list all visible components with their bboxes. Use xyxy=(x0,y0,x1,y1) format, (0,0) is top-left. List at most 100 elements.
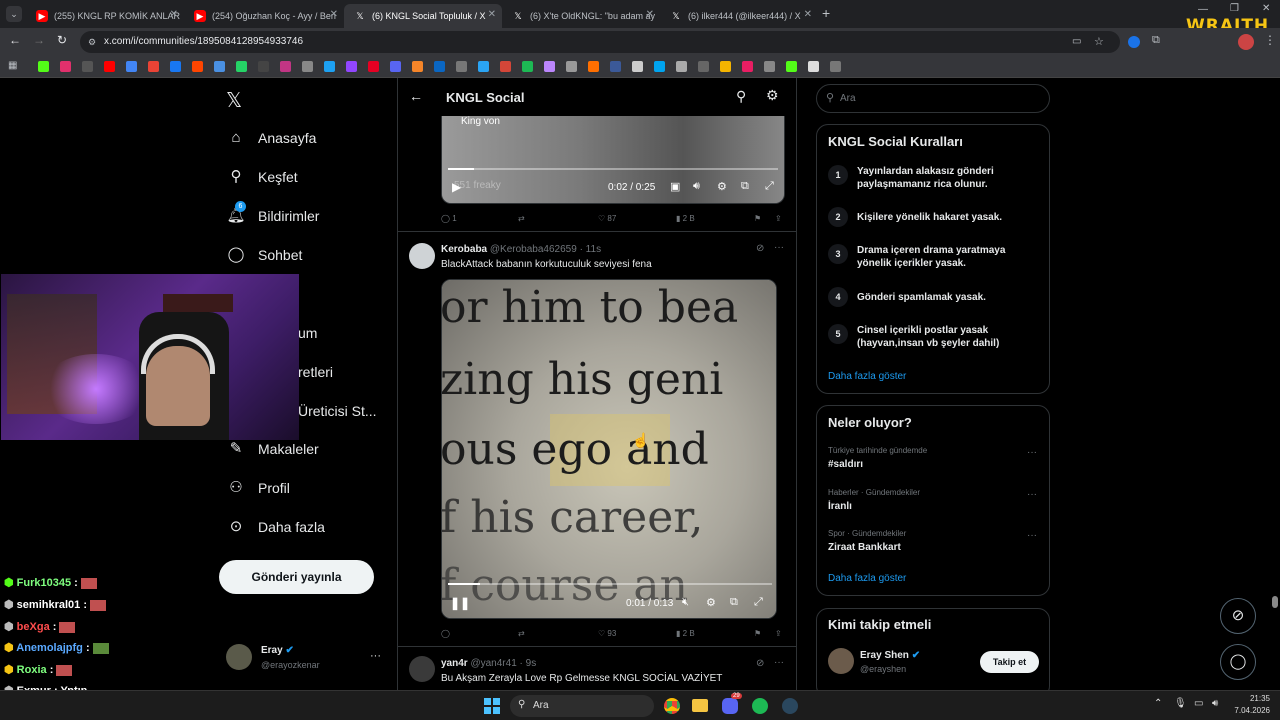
bookmark-icon[interactable] xyxy=(434,61,445,72)
tab-0[interactable]: ▶ (255) KNGL RP KOMİK ANLAR ✕ xyxy=(26,4,184,28)
trend-more-icon[interactable]: ··· xyxy=(1027,530,1037,541)
scrollbar[interactable] xyxy=(1272,596,1278,608)
nav-notifications[interactable]: 🔔︎ 6 Bildirimler xyxy=(226,201,319,230)
avatar[interactable] xyxy=(828,648,854,674)
back-arrow-icon[interactable]: ← xyxy=(409,88,423,104)
minimize-icon[interactable]: — xyxy=(1198,4,1208,15)
close-icon[interactable]: ✕ xyxy=(804,9,812,20)
trend-item[interactable]: Ziraat Bankkart xyxy=(828,542,901,553)
taskbar-search[interactable]: ⚲ Ara xyxy=(510,695,654,717)
bookmark-icon[interactable] xyxy=(104,61,115,72)
search-input[interactable]: ⚲ Ara xyxy=(816,84,1050,113)
account-more-icon[interactable]: ··· xyxy=(370,650,381,662)
install-icon[interactable]: ▭ xyxy=(1072,31,1081,53)
nav-bookmarks[interactable]: retleri xyxy=(298,358,333,386)
extension-icon[interactable] xyxy=(1128,36,1140,48)
bookmark-icon[interactable] xyxy=(192,61,203,72)
steam-icon[interactable] xyxy=(782,698,798,714)
share-button[interactable]: ⇪ xyxy=(775,629,782,638)
bookmark-icon[interactable] xyxy=(390,61,401,72)
volume-icon[interactable]: 🔊︎ xyxy=(1212,698,1218,709)
tweet-age[interactable]: · 9s xyxy=(520,658,537,669)
bookmark-icon[interactable] xyxy=(302,61,313,72)
bookmark-icon[interactable] xyxy=(38,61,49,72)
file-explorer-icon[interactable] xyxy=(692,699,708,712)
url-field[interactable]: ⚙ x.com/i/communities/189508412895493374… xyxy=(80,31,1120,53)
reload-icon[interactable]: ↻ xyxy=(57,33,67,47)
bookmark-icon[interactable] xyxy=(82,61,93,72)
settings-gear-icon[interactable]: ⚙ xyxy=(717,180,727,193)
nav-profile[interactable]: ⚇ Profil xyxy=(226,474,290,502)
bookmark-icon[interactable] xyxy=(720,61,731,72)
trend-item[interactable]: İranlı xyxy=(828,501,852,512)
search-icon[interactable]: ⚲ xyxy=(736,88,746,105)
avatar[interactable] xyxy=(409,656,435,682)
like-button[interactable]: ♡ 93 xyxy=(598,629,616,638)
tweet-more-icon[interactable]: ··· xyxy=(774,657,784,668)
bookmark-icon[interactable] xyxy=(500,61,511,72)
clock-date[interactable]: 7.04.2026 xyxy=(1228,706,1270,715)
trend-more-icon[interactable]: ··· xyxy=(1027,489,1037,500)
fullscreen-icon[interactable]: ⤢ xyxy=(754,596,763,609)
forward-icon[interactable]: → xyxy=(33,33,45,47)
views-button[interactable]: ▮ 2 B xyxy=(676,214,695,223)
mute-icon[interactable]: 🔇︎ xyxy=(682,596,689,609)
follow-name[interactable]: Eray Shen ✔ xyxy=(860,650,920,661)
extensions-puzzle-icon[interactable]: ⧉ xyxy=(1152,34,1160,47)
tab-4[interactable]: 𝕏 (6) ilker444 (@ilkeer444) / X ✕ xyxy=(660,4,818,28)
bookmark-icon[interactable] xyxy=(214,61,225,72)
share-button[interactable]: ⇪ xyxy=(775,214,782,223)
tweet-age[interactable]: · 11s xyxy=(580,244,602,255)
fullscreen-icon[interactable]: ⤢ xyxy=(765,180,774,193)
bookmark-star-icon[interactable]: ☆ xyxy=(1094,31,1104,53)
bookmark-icon[interactable] xyxy=(346,61,357,72)
tab-2[interactable]: 𝕏 (6) KNGL Social Topluluk / X ✕ xyxy=(344,4,502,28)
grok-icon[interactable]: ⊘ xyxy=(756,658,764,669)
author-handle[interactable]: @yan4r41 xyxy=(470,658,516,669)
reply-button[interactable]: ◯ 1 xyxy=(441,214,457,223)
bookmark-icon[interactable] xyxy=(280,61,291,72)
bookmark-icon[interactable] xyxy=(808,61,819,72)
play-icon[interactable]: ▶ xyxy=(452,180,461,194)
bookmark-icon[interactable] xyxy=(566,61,577,72)
bookmark-icon[interactable] xyxy=(456,61,467,72)
video-player[interactable]: King von 551 freaky ▶ 0:02 / 0:25 ▣ 🔊︎ ⚙… xyxy=(441,116,785,204)
nav-home[interactable]: ⌂ Anasayfa xyxy=(226,124,316,152)
author-name[interactable]: Kerobaba xyxy=(441,244,487,255)
pause-icon[interactable]: ❚❚ xyxy=(450,596,470,610)
nav-chat[interactable]: ◯ Sohbet xyxy=(226,241,303,269)
apps-grid-icon[interactable]: ▦ xyxy=(8,60,17,71)
captions-icon[interactable]: ▣ xyxy=(670,180,680,193)
bookmark-icon[interactable] xyxy=(632,61,643,72)
bookmark-icon[interactable] xyxy=(170,61,181,72)
profile-avatar[interactable] xyxy=(1238,34,1254,50)
settings-gear-icon[interactable]: ⚙ xyxy=(706,596,716,609)
avatar[interactable] xyxy=(409,243,435,269)
tweet-more-icon[interactable]: ··· xyxy=(774,242,784,253)
author-name[interactable]: yan4r xyxy=(441,658,468,669)
bookmark-icon[interactable] xyxy=(60,61,71,72)
grok-float-button[interactable]: ⊘ xyxy=(1220,598,1256,634)
bookmark-icon[interactable] xyxy=(544,61,555,72)
bookmark-icon[interactable] xyxy=(588,61,599,72)
trend-item[interactable]: #saldırı xyxy=(828,459,863,470)
nav-creator-studio[interactable]: Üreticisi St... xyxy=(298,397,377,425)
x-logo-icon[interactable]: 𝕏 xyxy=(226,88,242,112)
back-icon[interactable]: ← xyxy=(9,33,21,47)
messages-float-button[interactable]: ◯ xyxy=(1220,644,1256,680)
bookmark-icon[interactable] xyxy=(786,61,797,72)
bookmark-icon[interactable] xyxy=(148,61,159,72)
tab-3[interactable]: 𝕏 (6) X'te OldKNGL: "bu adam ay ✕ xyxy=(502,4,660,28)
account-switcher[interactable]: Eray ✔ @erayozkenar ··· xyxy=(226,644,386,674)
bookmark-icon[interactable] xyxy=(742,61,753,72)
trends-show-more-link[interactable]: Daha fazla göster xyxy=(828,573,906,584)
bookmark-icon[interactable] xyxy=(764,61,775,72)
bookmark-icon[interactable] xyxy=(478,61,489,72)
repost-button[interactable]: ⇄ xyxy=(518,629,525,638)
bookmark-icon[interactable] xyxy=(258,61,269,72)
post-button[interactable]: Gönderi yayınla xyxy=(219,560,374,594)
bookmark-icon[interactable] xyxy=(698,61,709,72)
microphone-icon[interactable]: 🎙︎ xyxy=(1174,698,1187,709)
bookmark-icon[interactable] xyxy=(368,61,379,72)
tab-search-button[interactable]: ⌄ xyxy=(6,6,22,22)
